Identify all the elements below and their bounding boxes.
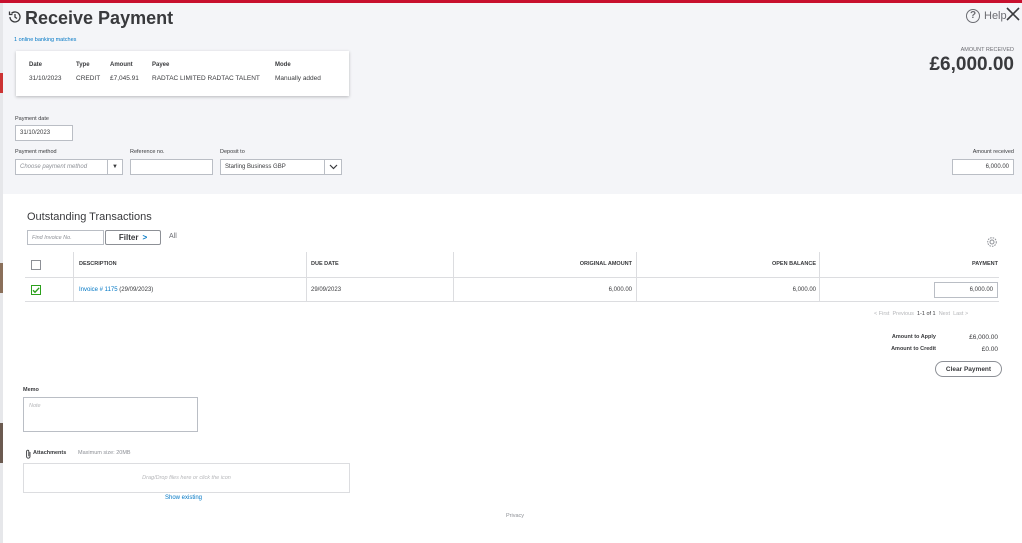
show-existing-link[interactable]: Show existing — [165, 495, 202, 501]
match-payee: RADTAC LIMITED RADTAC TALENT — [152, 75, 260, 82]
match-amount: £7,045.91 — [110, 75, 139, 82]
row-open-balance: 6,000.00 — [792, 287, 816, 293]
column-divider — [636, 252, 637, 301]
match-type: CREDIT — [76, 75, 101, 82]
close-icon[interactable] — [1005, 6, 1021, 22]
bank-matches-link[interactable]: 1 online banking matches — [14, 37, 76, 43]
find-invoice-input[interactable]: Find Invoice No. — [27, 230, 104, 245]
table-row-divider — [25, 301, 999, 302]
payment-method-label: Payment method — [15, 149, 57, 155]
pager: < First Previous 1-1 of 1 Next Last > — [874, 311, 968, 317]
match-header-amount: Amount — [110, 62, 133, 68]
column-due-date[interactable]: DUE DATE — [311, 261, 339, 267]
column-open-balance[interactable]: OPEN BALANCE — [772, 261, 816, 267]
bank-match-card[interactable]: Date Type Amount Payee Mode 31/10/2023 C… — [16, 51, 349, 96]
chevron-right-icon: > — [142, 233, 148, 242]
amount-to-credit-value: £0.00 — [981, 346, 998, 353]
payment-method-select[interactable]: Choose payment method ▼ — [15, 159, 123, 175]
match-header-type: Type — [76, 62, 90, 68]
memo-label: Memo — [23, 387, 39, 393]
gear-icon[interactable] — [986, 236, 998, 248]
row-payment-value: 6,000.00 — [969, 287, 993, 293]
help-icon: ? — [966, 9, 980, 23]
history-icon[interactable] — [7, 9, 23, 25]
filter-button[interactable]: Filter > — [105, 230, 161, 245]
select-all-checkbox[interactable] — [31, 260, 41, 270]
match-header-date: Date — [29, 62, 43, 68]
help-label: Help — [984, 10, 1007, 22]
help-button[interactable]: ? Help — [966, 9, 1007, 23]
find-invoice-placeholder: Find Invoice No. — [32, 234, 72, 241]
deposit-to-value: Starling Business GBP — [225, 164, 286, 170]
memo-textarea[interactable]: Note — [23, 397, 198, 432]
dropzone-text: Drag/Drop files here or click the icon — [142, 475, 231, 481]
pager-range: 1-1 of 1 — [916, 311, 936, 317]
amount-received-input-value: 6,000.00 — [985, 164, 1009, 170]
column-payment[interactable]: PAYMENT — [972, 261, 998, 267]
pager-first[interactable]: < First — [874, 311, 889, 317]
checkmark-icon — [32, 287, 40, 294]
filter-all-label: All — [169, 233, 177, 240]
deposit-to-select[interactable]: Starling Business GBP — [220, 159, 342, 175]
row-checkbox[interactable] — [31, 285, 41, 295]
amount-received-label: AMOUNT RECEIVED — [960, 47, 1014, 53]
column-divider — [819, 252, 820, 301]
page-title: Receive Payment — [25, 8, 174, 28]
paperclip-icon[interactable] — [25, 449, 32, 459]
pager-next[interactable]: Next — [939, 311, 950, 317]
column-original-amount[interactable]: ORIGINAL AMOUNT — [580, 261, 632, 267]
column-divider — [306, 252, 307, 301]
row-original-amount: 6,000.00 — [608, 287, 632, 293]
reference-label: Reference no. — [130, 149, 165, 155]
payment-date-value: 31/10/2023 — [20, 130, 51, 136]
filter-label: Filter — [118, 233, 139, 242]
invoice-date: (29/09/2023) — [119, 287, 154, 293]
column-divider — [453, 252, 454, 301]
invoice-link[interactable]: Invoice # 1175 — [79, 287, 118, 293]
memo-placeholder: Note — [29, 403, 41, 409]
column-description[interactable]: DESCRIPTION — [79, 261, 117, 267]
caret-down-icon[interactable]: ▼ — [107, 160, 122, 174]
chevron-down-icon[interactable] — [324, 160, 341, 174]
amount-received-total: £6,000.00 — [929, 54, 1014, 75]
amount-received-input[interactable]: 6,000.00 — [952, 159, 1014, 175]
outstanding-transactions-title: Outstanding Transactions — [27, 211, 152, 223]
amount-to-apply-value: £6,000.00 — [969, 334, 998, 341]
attachments-label: Attachments — [33, 450, 67, 456]
match-header-payee: Payee — [152, 62, 170, 68]
privacy-link[interactable]: Privacy — [506, 513, 524, 519]
payment-date-label: Payment date — [15, 116, 49, 122]
match-header-mode: Mode — [275, 62, 291, 68]
match-mode: Manually added — [275, 75, 321, 82]
row-description: Invoice # 1175 (29/09/2023) — [79, 287, 153, 293]
column-divider — [73, 252, 74, 301]
reference-input[interactable] — [130, 159, 213, 175]
amount-to-credit-label: Amount to Credit — [891, 346, 936, 352]
payment-method-placeholder: Choose payment method — [20, 164, 88, 170]
match-date: 31/10/2023 — [29, 75, 62, 82]
row-due-date: 29/09/2023 — [311, 287, 342, 293]
attachments-max-size: Maximum size: 20MB — [78, 450, 131, 456]
clear-payment-button[interactable]: Clear Payment — [935, 361, 1002, 377]
pager-last[interactable]: Last > — [953, 311, 968, 317]
payment-date-input[interactable]: 31/10/2023 — [15, 125, 73, 141]
amount-received-field-label: Amount received — [972, 149, 1014, 155]
amount-to-apply-label: Amount to Apply — [891, 334, 936, 340]
attachment-dropzone[interactable]: Drag/Drop files here or click the icon — [23, 463, 350, 493]
table-header-divider — [25, 277, 999, 278]
deposit-to-label: Deposit to — [220, 149, 245, 155]
row-payment-input[interactable]: 6,000.00 — [934, 282, 998, 298]
pager-previous[interactable]: Previous — [893, 311, 914, 317]
